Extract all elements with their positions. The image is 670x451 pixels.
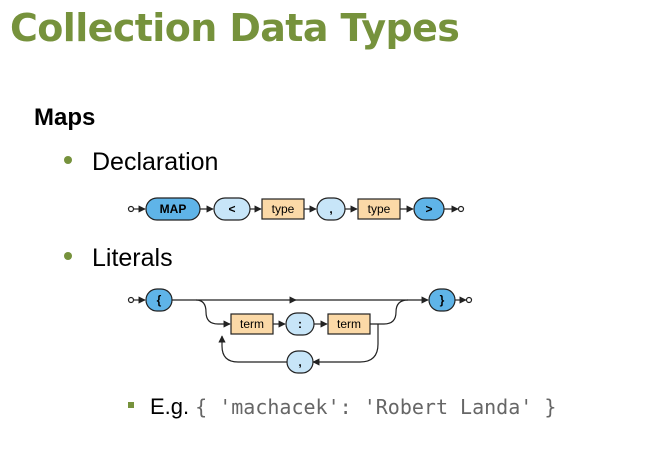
end-circle-icon bbox=[465, 296, 473, 304]
type-label-1: type bbox=[272, 202, 295, 216]
close-brace-symbol: } bbox=[440, 293, 445, 307]
start-circle-icon bbox=[127, 296, 135, 304]
map-keyword: MAP bbox=[160, 202, 187, 216]
example-row: E.g.{ 'machacek': 'Robert Landa' } bbox=[128, 394, 556, 420]
term-label-1: term bbox=[240, 317, 264, 331]
colon-symbol: : bbox=[298, 317, 302, 331]
comma-symbol: , bbox=[329, 202, 332, 216]
example-label: E.g. bbox=[150, 394, 190, 419]
syntax-diagrams: MAP < type , type > { term : term ,} bbox=[127, 197, 473, 374]
loop-comma-symbol: , bbox=[298, 355, 301, 369]
open-brace-symbol: { bbox=[157, 293, 162, 307]
term-label-2: term bbox=[337, 317, 361, 331]
lt-symbol: < bbox=[228, 202, 235, 216]
example-code: { 'machacek': 'Robert Landa' } bbox=[195, 395, 557, 419]
start-circle-icon bbox=[127, 205, 135, 213]
square-bullet-icon bbox=[128, 402, 134, 409]
gt-symbol: > bbox=[425, 202, 432, 216]
end-circle-icon bbox=[457, 205, 465, 213]
type-label-2: type bbox=[368, 202, 391, 216]
